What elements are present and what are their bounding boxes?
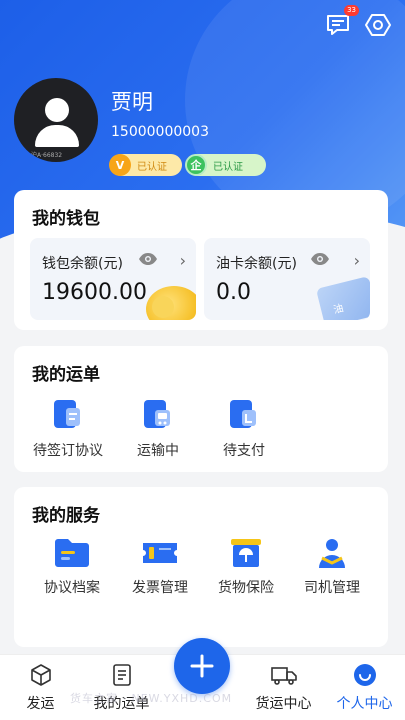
service-label: 协议档案	[44, 580, 100, 596]
personal-verified-badge: V 已认证	[109, 154, 182, 176]
profile-icon	[353, 664, 376, 686]
orders-title: 我的运单	[32, 365, 100, 385]
tab-profile[interactable]: 个人中心	[324, 655, 405, 720]
order-label: 待支付	[223, 443, 265, 459]
wallet-balance-amount: 19600.00	[42, 280, 147, 305]
ticket-icon	[143, 543, 177, 563]
wallet-card: 我的钱包 钱包余额(元) › 19600.00 油卡余额(元) › 0.0 油	[14, 190, 388, 330]
enterprise-verified-badge: 企 已认证	[185, 154, 266, 176]
service-agreement-archive[interactable]: 协议档案	[34, 537, 110, 597]
service-label: 司机管理	[304, 580, 360, 596]
user-name: 贾明	[111, 90, 153, 114]
badge-label: 已认证	[213, 161, 243, 173]
payment-document-icon	[230, 400, 256, 428]
service-invoice-management[interactable]: 发票管理	[122, 537, 198, 597]
badge-label: 已认证	[137, 161, 167, 173]
order-pending-payment[interactable]: 待支付	[212, 398, 276, 460]
message-icon	[327, 15, 349, 35]
driver-icon	[319, 539, 345, 568]
tab-label: 个人中心	[336, 696, 393, 712]
truck-document-icon	[144, 400, 170, 428]
eye-icon[interactable]	[310, 252, 330, 266]
package-icon	[30, 664, 51, 686]
tab-ship[interactable]: 发运	[0, 655, 81, 720]
avatar-caption: 沪A·66832	[31, 152, 63, 159]
v-icon: V	[109, 154, 131, 176]
plus-icon	[190, 654, 214, 678]
truck-icon	[270, 667, 297, 685]
order-label: 待签订协议	[33, 443, 103, 459]
enterprise-icon: 企	[185, 154, 207, 176]
service-cargo-insurance[interactable]: 货物保险	[208, 537, 284, 597]
list-document-icon	[112, 664, 131, 686]
service-driver-management[interactable]: 司机管理	[294, 537, 370, 597]
fuel-card-balance-label: 油卡余额(元)	[216, 256, 297, 272]
sign-document-icon	[54, 400, 80, 428]
service-label: 发票管理	[132, 580, 188, 596]
fuel-card-balance-box[interactable]: 油卡余额(元) › 0.0 油	[204, 238, 370, 320]
insured-box-icon	[231, 539, 261, 567]
order-in-transit[interactable]: 运输中	[126, 398, 190, 460]
wallet-balance-box[interactable]: 钱包余额(元) › 19600.00	[30, 238, 196, 320]
add-shipment-button[interactable]	[174, 638, 230, 694]
avatar[interactable]: 沪A·66832	[14, 78, 98, 162]
watermark: 货车之家 · NEW.YXHD.COM	[70, 692, 233, 705]
fuel-card-balance-amount: 0.0	[216, 280, 251, 305]
notification-badge: 33	[344, 5, 359, 16]
wallet-title: 我的钱包	[32, 209, 100, 229]
services-card: 我的服务 协议档案 发票管理 货物保险 司机管理	[14, 487, 388, 647]
eye-icon[interactable]	[138, 252, 158, 266]
coin-icon	[152, 296, 174, 318]
settings-hexagon-icon	[365, 14, 391, 36]
services-title: 我的服务	[32, 506, 100, 526]
message-button[interactable]: 33	[325, 5, 359, 38]
order-label: 运输中	[137, 443, 179, 459]
top-actions: 33	[325, 5, 391, 38]
orders-card: 我的运单 待签订协议 运输中 待支付	[14, 346, 388, 472]
tab-freight-center[interactable]: 货运中心	[243, 655, 324, 720]
chevron-right-icon: ›	[353, 251, 360, 270]
tab-my-orders[interactable]: 我的运单	[81, 655, 162, 720]
tab-label: 发运	[26, 696, 55, 712]
order-pending-sign[interactable]: 待签订协议	[30, 398, 106, 460]
wallet-balance-label: 钱包余额(元)	[42, 256, 123, 272]
chevron-right-icon: ›	[179, 251, 186, 270]
user-phone: 15000000003	[111, 124, 209, 140]
folder-icon	[55, 539, 89, 567]
settings-button[interactable]	[365, 12, 391, 38]
service-label: 货物保险	[218, 580, 274, 596]
fuel-card-icon: 油	[315, 276, 370, 320]
tab-label: 货运中心	[255, 696, 312, 712]
